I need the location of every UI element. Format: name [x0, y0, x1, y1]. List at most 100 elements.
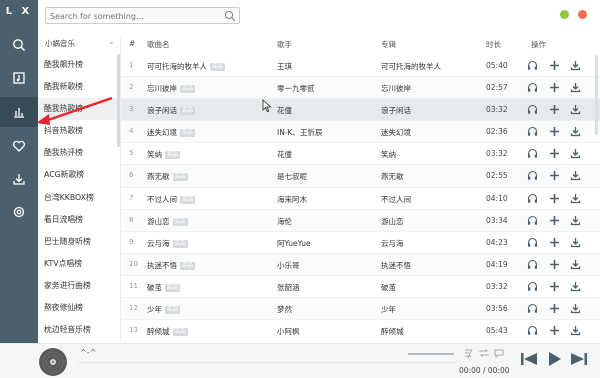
- chevron-down-icon[interactable]: ⌄: [108, 37, 115, 46]
- add-button[interactable]: [549, 281, 560, 292]
- nav-search-button[interactable]: [0, 30, 38, 60]
- add-button[interactable]: [549, 60, 560, 71]
- song-artist[interactable]: 海伦: [277, 216, 292, 227]
- song-artist[interactable]: 阿YueYue: [277, 238, 311, 249]
- leaderboard-item[interactable]: 台湾KKBOX榜: [38, 187, 119, 209]
- download-button[interactable]: [570, 170, 581, 181]
- song-artist[interactable]: 海来阿木: [277, 194, 307, 205]
- headphones-button[interactable]: [527, 303, 538, 314]
- previous-button[interactable]: [520, 351, 538, 367]
- download-button[interactable]: [570, 259, 581, 270]
- leaderboard-item[interactable]: KTV点唱榜: [38, 253, 119, 275]
- song-album[interactable]: 迷失幻境: [381, 127, 411, 138]
- song-album[interactable]: 醉倾城: [381, 326, 404, 337]
- song-artist[interactable]: 王琪: [277, 61, 292, 72]
- song-row[interactable]: 2 忘川彼岸 高品 零一九零贰 忘川彼岸 02:57: [121, 77, 600, 100]
- close-button[interactable]: [578, 10, 587, 19]
- add-button[interactable]: [549, 193, 560, 204]
- song-album[interactable]: 执迷不悟: [381, 260, 411, 271]
- song-row[interactable]: 1 可可托海的牧羊人 高品 王琪 可可托海的牧羊人 05:40: [121, 55, 600, 78]
- leaderboard-item[interactable]: 酷我热评榜: [38, 142, 119, 164]
- song-row[interactable]: 8 游山恋 高品 海伦 游山恋 03:34: [121, 209, 600, 232]
- download-button[interactable]: [570, 60, 581, 71]
- add-button[interactable]: [549, 303, 560, 314]
- leaderboard-item[interactable]: 酷我飙升榜: [38, 54, 119, 76]
- minimize-button[interactable]: [560, 10, 569, 19]
- add-button[interactable]: [549, 104, 560, 115]
- download-button[interactable]: [570, 193, 581, 204]
- headphones-button[interactable]: [527, 237, 538, 248]
- song-album[interactable]: 笑纳: [381, 149, 396, 160]
- song-artist[interactable]: 零一九零贰: [277, 83, 315, 94]
- add-button[interactable]: [549, 170, 560, 181]
- volume-slider[interactable]: [408, 353, 454, 355]
- leaderboard-item[interactable]: 酷我热歌榜: [38, 98, 119, 121]
- headphones-button[interactable]: [527, 148, 538, 159]
- song-row[interactable]: 5 笑纳 高品 花僮 笑纳 03:32: [121, 143, 600, 166]
- song-row[interactable]: 9 云与海 高品 阿YueYue 云与海 04:23: [121, 232, 600, 254]
- nav-songlist-button[interactable]: [0, 63, 38, 93]
- progress-bar[interactable]: [78, 362, 456, 363]
- headphones-button[interactable]: [527, 82, 538, 93]
- song-artist[interactable]: 花僮: [277, 149, 292, 160]
- add-button[interactable]: [549, 215, 560, 226]
- song-album[interactable]: 浪子闲话: [381, 105, 411, 116]
- album-disc-icon[interactable]: [38, 347, 68, 377]
- song-row[interactable]: 10 执迷不悟 高品 小乐哥 执迷不悟 04:19: [121, 253, 600, 276]
- song-artist[interactable]: 梦然: [277, 304, 292, 315]
- play-button[interactable]: [545, 351, 563, 367]
- song-album[interactable]: 燕无歇: [381, 171, 404, 182]
- add-button[interactable]: [549, 82, 560, 93]
- add-button[interactable]: [549, 259, 560, 270]
- leaderboard-item[interactable]: 枕边轻音乐榜: [38, 319, 119, 339]
- leaderboard-item[interactable]: 熬夜修仙榜: [38, 297, 119, 319]
- add-button[interactable]: [549, 325, 560, 336]
- headphones-button[interactable]: [527, 325, 538, 336]
- song-artist[interactable]: 小阿枫: [277, 326, 300, 337]
- nav-settings-button[interactable]: [0, 197, 38, 227]
- song-album[interactable]: 游山恋: [381, 216, 404, 227]
- headphones-button[interactable]: [527, 193, 538, 204]
- song-artist[interactable]: IN-K、王忻辰: [277, 127, 322, 138]
- headphones-button[interactable]: [527, 215, 538, 226]
- song-row[interactable]: 12 少年 高品 梦然 少年 03:56: [121, 298, 600, 321]
- song-album[interactable]: 不过人间: [381, 194, 411, 205]
- download-button[interactable]: [570, 148, 581, 159]
- song-row[interactable]: 4 迷失幻境 高品 IN-K、王忻辰 迷失幻境 02:36: [121, 121, 600, 144]
- add-button[interactable]: [549, 148, 560, 159]
- play-mode-button[interactable]: [478, 347, 490, 359]
- song-row[interactable]: 13 醉倾城 高品 小阿枫 醉倾城 05:43: [121, 320, 600, 340]
- leaderboard-item[interactable]: ACG新歌榜: [38, 164, 119, 186]
- song-album[interactable]: 可可托海的牧羊人: [381, 61, 441, 72]
- leaderboard-item[interactable]: 看日流唱榜: [38, 209, 119, 231]
- download-button[interactable]: [570, 303, 581, 314]
- comment-button[interactable]: [493, 347, 505, 359]
- leaderboard-item[interactable]: 酷我新歌榜: [38, 76, 119, 98]
- download-button[interactable]: [570, 281, 581, 292]
- nav-download-button[interactable]: [0, 164, 38, 194]
- song-artist[interactable]: 花僮: [277, 105, 292, 116]
- headphones-button[interactable]: [527, 104, 538, 115]
- download-button[interactable]: [570, 237, 581, 248]
- nav-leaderboard-button[interactable]: [0, 97, 38, 127]
- song-artist[interactable]: 小乐哥: [277, 260, 300, 271]
- lyric-toggle-button[interactable]: [463, 347, 475, 359]
- download-button[interactable]: [570, 215, 581, 226]
- leaderboard-item[interactable]: 家务进行曲榜: [38, 275, 119, 297]
- song-album[interactable]: 少年: [381, 304, 396, 315]
- download-button[interactable]: [570, 82, 581, 93]
- headphones-button[interactable]: [527, 60, 538, 71]
- song-row[interactable]: 11 破茧 高品 张韶涵 破茧 03:32: [121, 276, 600, 299]
- song-album[interactable]: 云与海: [381, 238, 404, 249]
- add-button[interactable]: [549, 126, 560, 137]
- headphones-button[interactable]: [527, 281, 538, 292]
- song-album[interactable]: 忘川彼岸: [381, 83, 411, 94]
- download-button[interactable]: [570, 104, 581, 115]
- song-album[interactable]: 破茧: [381, 282, 396, 293]
- headphones-button[interactable]: [527, 259, 538, 270]
- song-table-scrollbar[interactable]: [595, 55, 598, 135]
- headphones-button[interactable]: [527, 126, 538, 137]
- search-input[interactable]: [50, 10, 220, 22]
- leaderboard-item[interactable]: 抖音热歌榜: [38, 120, 119, 142]
- song-row[interactable]: 7 不过人间 高品 海来阿木 不过人间 04:10: [121, 188, 600, 210]
